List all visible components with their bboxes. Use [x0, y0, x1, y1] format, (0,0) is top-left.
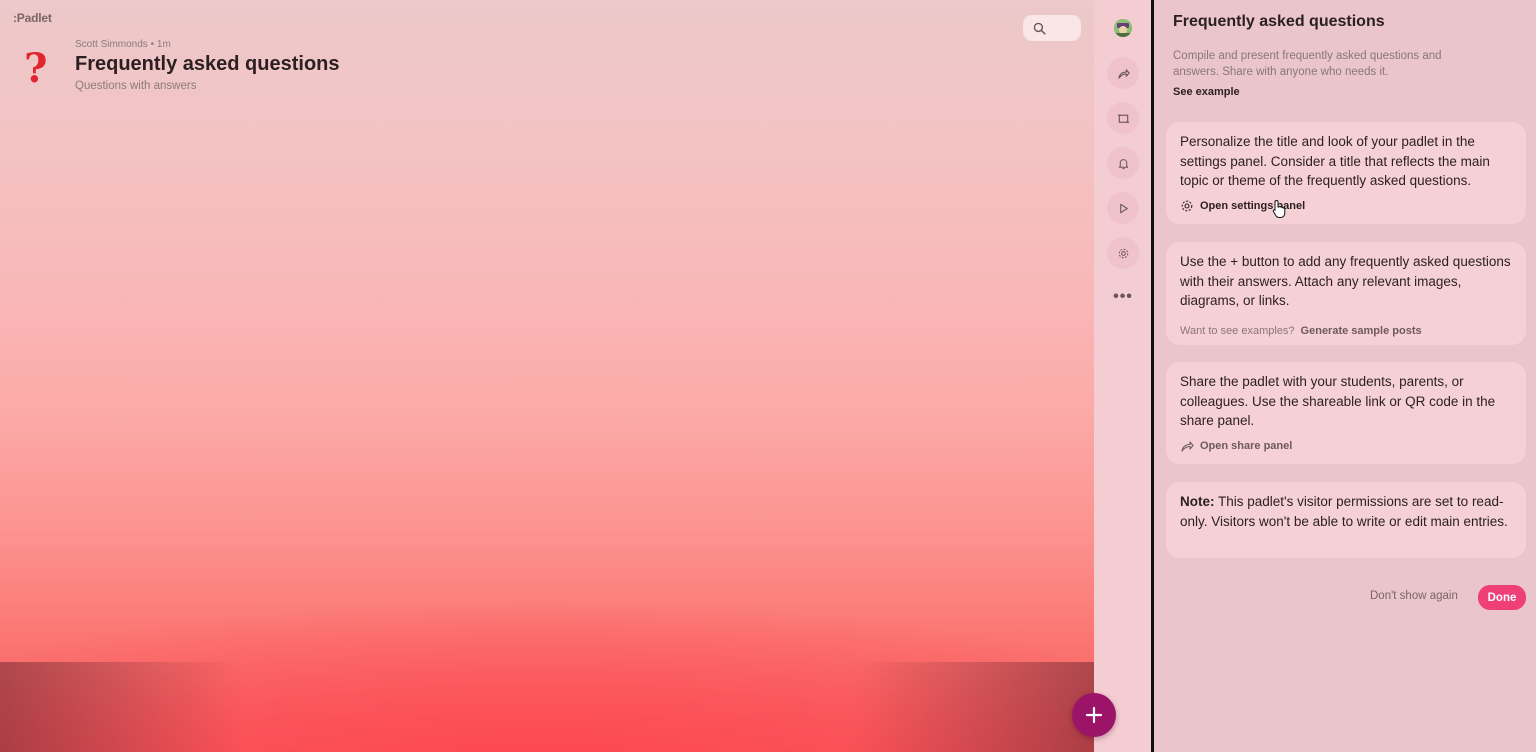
- bell-icon: [1118, 158, 1128, 169]
- padlet-title[interactable]: Frequently asked questions: [75, 53, 340, 76]
- remake-button[interactable]: [1107, 102, 1139, 134]
- note-label: Note:: [1180, 494, 1215, 509]
- note-text: This padlet's visitor permissions are se…: [1180, 494, 1508, 529]
- play-icon: [1119, 203, 1128, 213]
- plus-icon: [1085, 706, 1103, 724]
- panel-title: Frequently asked questions: [1173, 13, 1385, 30]
- question-mark-icon: ?: [24, 45, 48, 92]
- card-text: Share the padlet with your students, par…: [1180, 374, 1496, 428]
- guide-card-settings: Personalize the title and look of your p…: [1166, 122, 1526, 224]
- share-icon: [1117, 68, 1130, 79]
- search-button[interactable]: [1023, 15, 1081, 41]
- done-button[interactable]: Done: [1478, 585, 1526, 610]
- guide-card-share: Share the padlet with your students, par…: [1166, 362, 1526, 464]
- panel-description: Compile and present frequently asked que…: [1173, 50, 1442, 78]
- open-settings-panel-link[interactable]: Open settings panel: [1180, 199, 1512, 213]
- more-button[interactable]: •••: [1110, 288, 1136, 306]
- meta-separator: •: [150, 39, 155, 50]
- author-name: Scott Simmonds: [75, 39, 148, 50]
- avatar[interactable]: [1114, 19, 1132, 37]
- generate-sample-posts-link[interactable]: Generate sample posts: [1301, 325, 1422, 337]
- generate-sample-posts-row: Want to see examples? Generate sample po…: [1180, 325, 1512, 337]
- settings-button[interactable]: [1107, 237, 1139, 269]
- dont-show-again-button[interactable]: Don't show again: [1370, 590, 1458, 602]
- action-prefix: Want to see examples?: [1180, 324, 1295, 337]
- remake-icon: [1117, 114, 1129, 123]
- card-text: Use the + button to add any frequently a…: [1180, 254, 1511, 308]
- gear-icon: [1118, 248, 1128, 258]
- post-meta: Scott Simmonds • 1m: [75, 39, 171, 50]
- add-post-button[interactable]: [1072, 693, 1116, 737]
- notifications-button[interactable]: [1107, 147, 1139, 179]
- card-text: Personalize the title and look of your p…: [1180, 134, 1490, 188]
- open-share-panel-link[interactable]: Open share panel: [1180, 439, 1512, 453]
- timestamp: 1m: [156, 39, 171, 50]
- share-button[interactable]: [1107, 57, 1139, 89]
- hand-cursor-icon: [1272, 199, 1286, 218]
- action-label: Open share panel: [1200, 439, 1293, 452]
- logo-text: Padlet: [16, 11, 52, 25]
- padlet-canvas: :Padlet ? Scott Simmonds • 1m Frequently…: [0, 0, 1094, 752]
- guide-card-note: Note: This padlet's visitor permissions …: [1166, 482, 1526, 558]
- gear-icon: [1180, 199, 1194, 213]
- action-label: Open settings panel: [1200, 199, 1306, 212]
- search-icon: [1033, 22, 1046, 35]
- see-example-link[interactable]: See example: [1173, 86, 1240, 98]
- slideshow-button[interactable]: [1107, 192, 1139, 224]
- padlet-subtitle[interactable]: Questions with answers: [75, 80, 196, 92]
- card-text: Note: This padlet's visitor permissions …: [1180, 492, 1512, 531]
- padlet-logo[interactable]: :Padlet: [13, 11, 52, 25]
- share-icon: [1180, 439, 1194, 453]
- guide-card-add-posts: Use the + button to add any frequently a…: [1166, 242, 1526, 345]
